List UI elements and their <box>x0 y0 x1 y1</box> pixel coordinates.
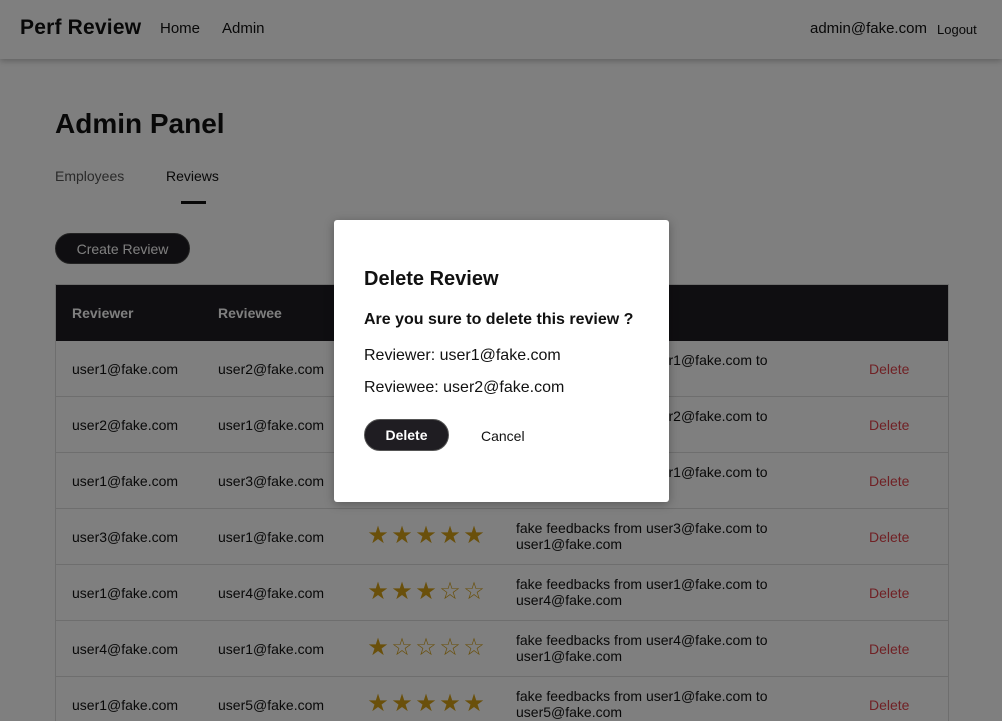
cancel-button[interactable]: Cancel <box>481 428 525 444</box>
confirm-delete-button[interactable]: Delete <box>364 419 449 451</box>
page: Perf Review Home Admin admin@fake.com Lo… <box>0 0 1002 721</box>
delete-review-dialog: Delete Review Are you sure to delete thi… <box>334 220 669 502</box>
dialog-question: Are you sure to delete this review ? <box>364 311 634 328</box>
dialog-title: Delete Review <box>364 268 499 290</box>
dialog-reviewee: Reviewee: user2@fake.com <box>364 379 565 396</box>
dialog-reviewer: Reviewer: user1@fake.com <box>364 347 561 364</box>
